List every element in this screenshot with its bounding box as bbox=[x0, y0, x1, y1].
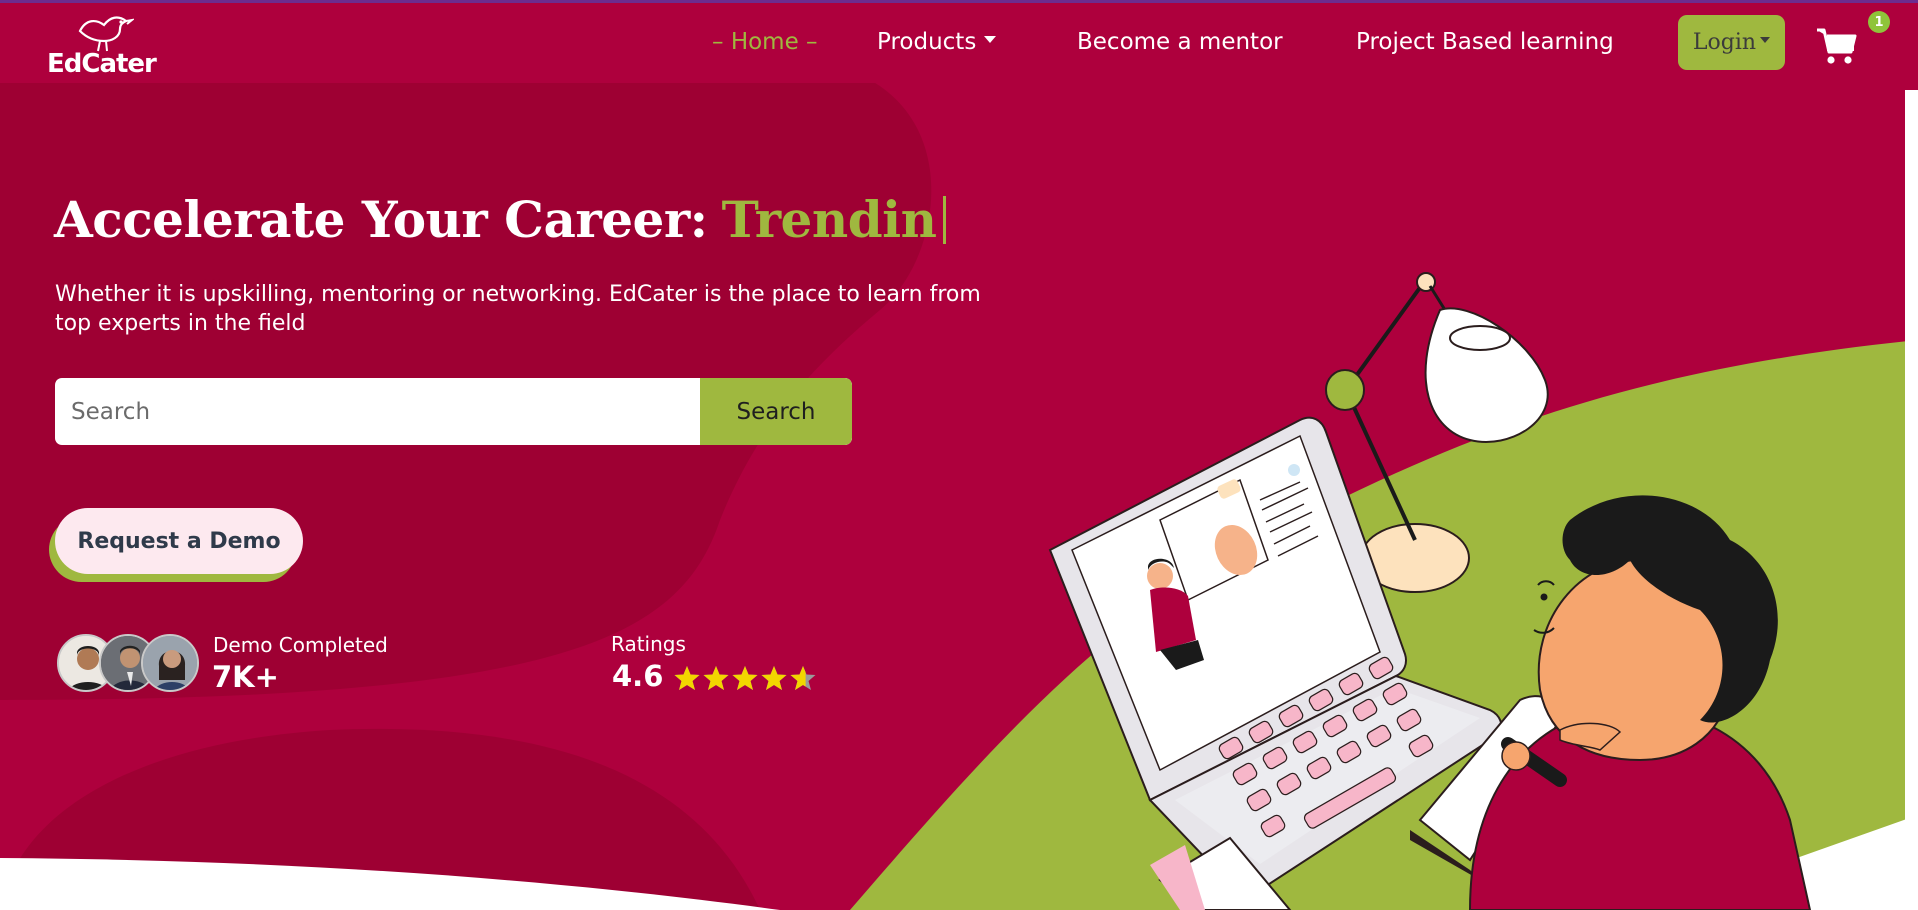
nav-products-label: Products bbox=[877, 29, 977, 55]
top-navbar: EdCater – Home – Products Become a mento… bbox=[0, 3, 1918, 83]
login-label: Login bbox=[1692, 30, 1757, 55]
login-button[interactable]: Login bbox=[1678, 15, 1785, 70]
brand-name: EdCater bbox=[47, 49, 157, 79]
search-input[interactable] bbox=[55, 378, 700, 445]
person-icon bbox=[143, 636, 197, 690]
hero-title: Accelerate Your Career: Trendin bbox=[54, 190, 946, 249]
demo-completed-label: Demo Completed bbox=[213, 633, 388, 657]
request-demo-button[interactable]: Request a Demo bbox=[55, 508, 303, 574]
demo-completed-value: 7K+ bbox=[212, 660, 279, 694]
hero-title-static: Accelerate Your Career: bbox=[54, 190, 708, 249]
home-dash-right: – bbox=[806, 29, 818, 55]
nav-products-dropdown[interactable]: Products bbox=[877, 29, 997, 55]
hero-subtitle: Whether it is upskilling, mentoring or n… bbox=[55, 282, 981, 336]
nav-project-based-learning[interactable]: Project Based learning bbox=[1356, 29, 1614, 55]
shopping-cart-icon[interactable] bbox=[1815, 26, 1857, 66]
star-icon bbox=[790, 666, 816, 690]
star-icon bbox=[761, 666, 787, 690]
brand-logo[interactable]: EdCater bbox=[44, 11, 157, 81]
ratings-label: Ratings bbox=[611, 632, 686, 656]
search-button[interactable]: Search bbox=[700, 378, 852, 445]
cart-count-badge: 1 bbox=[1868, 11, 1890, 33]
nav-become-mentor[interactable]: Become a mentor bbox=[1077, 29, 1283, 55]
home-dash-left: – bbox=[712, 29, 724, 55]
chevron-down-icon bbox=[984, 36, 997, 43]
rating-stars bbox=[674, 665, 816, 691]
chevron-down-icon bbox=[1760, 36, 1771, 43]
star-icon bbox=[674, 666, 700, 690]
search-bar: Search bbox=[55, 378, 852, 445]
student-laptop-illustration bbox=[1048, 272, 1812, 910]
hero-title-typed: Trendin bbox=[721, 190, 937, 249]
nav-home-label: Home bbox=[730, 29, 799, 55]
star-icon bbox=[732, 666, 758, 690]
ratings-value: 4.6 bbox=[612, 659, 664, 693]
avatar bbox=[141, 634, 199, 692]
typing-cursor bbox=[942, 196, 946, 244]
nav-home[interactable]: – Home – bbox=[712, 29, 818, 55]
star-icon bbox=[703, 666, 729, 690]
avatar-group bbox=[57, 634, 207, 694]
